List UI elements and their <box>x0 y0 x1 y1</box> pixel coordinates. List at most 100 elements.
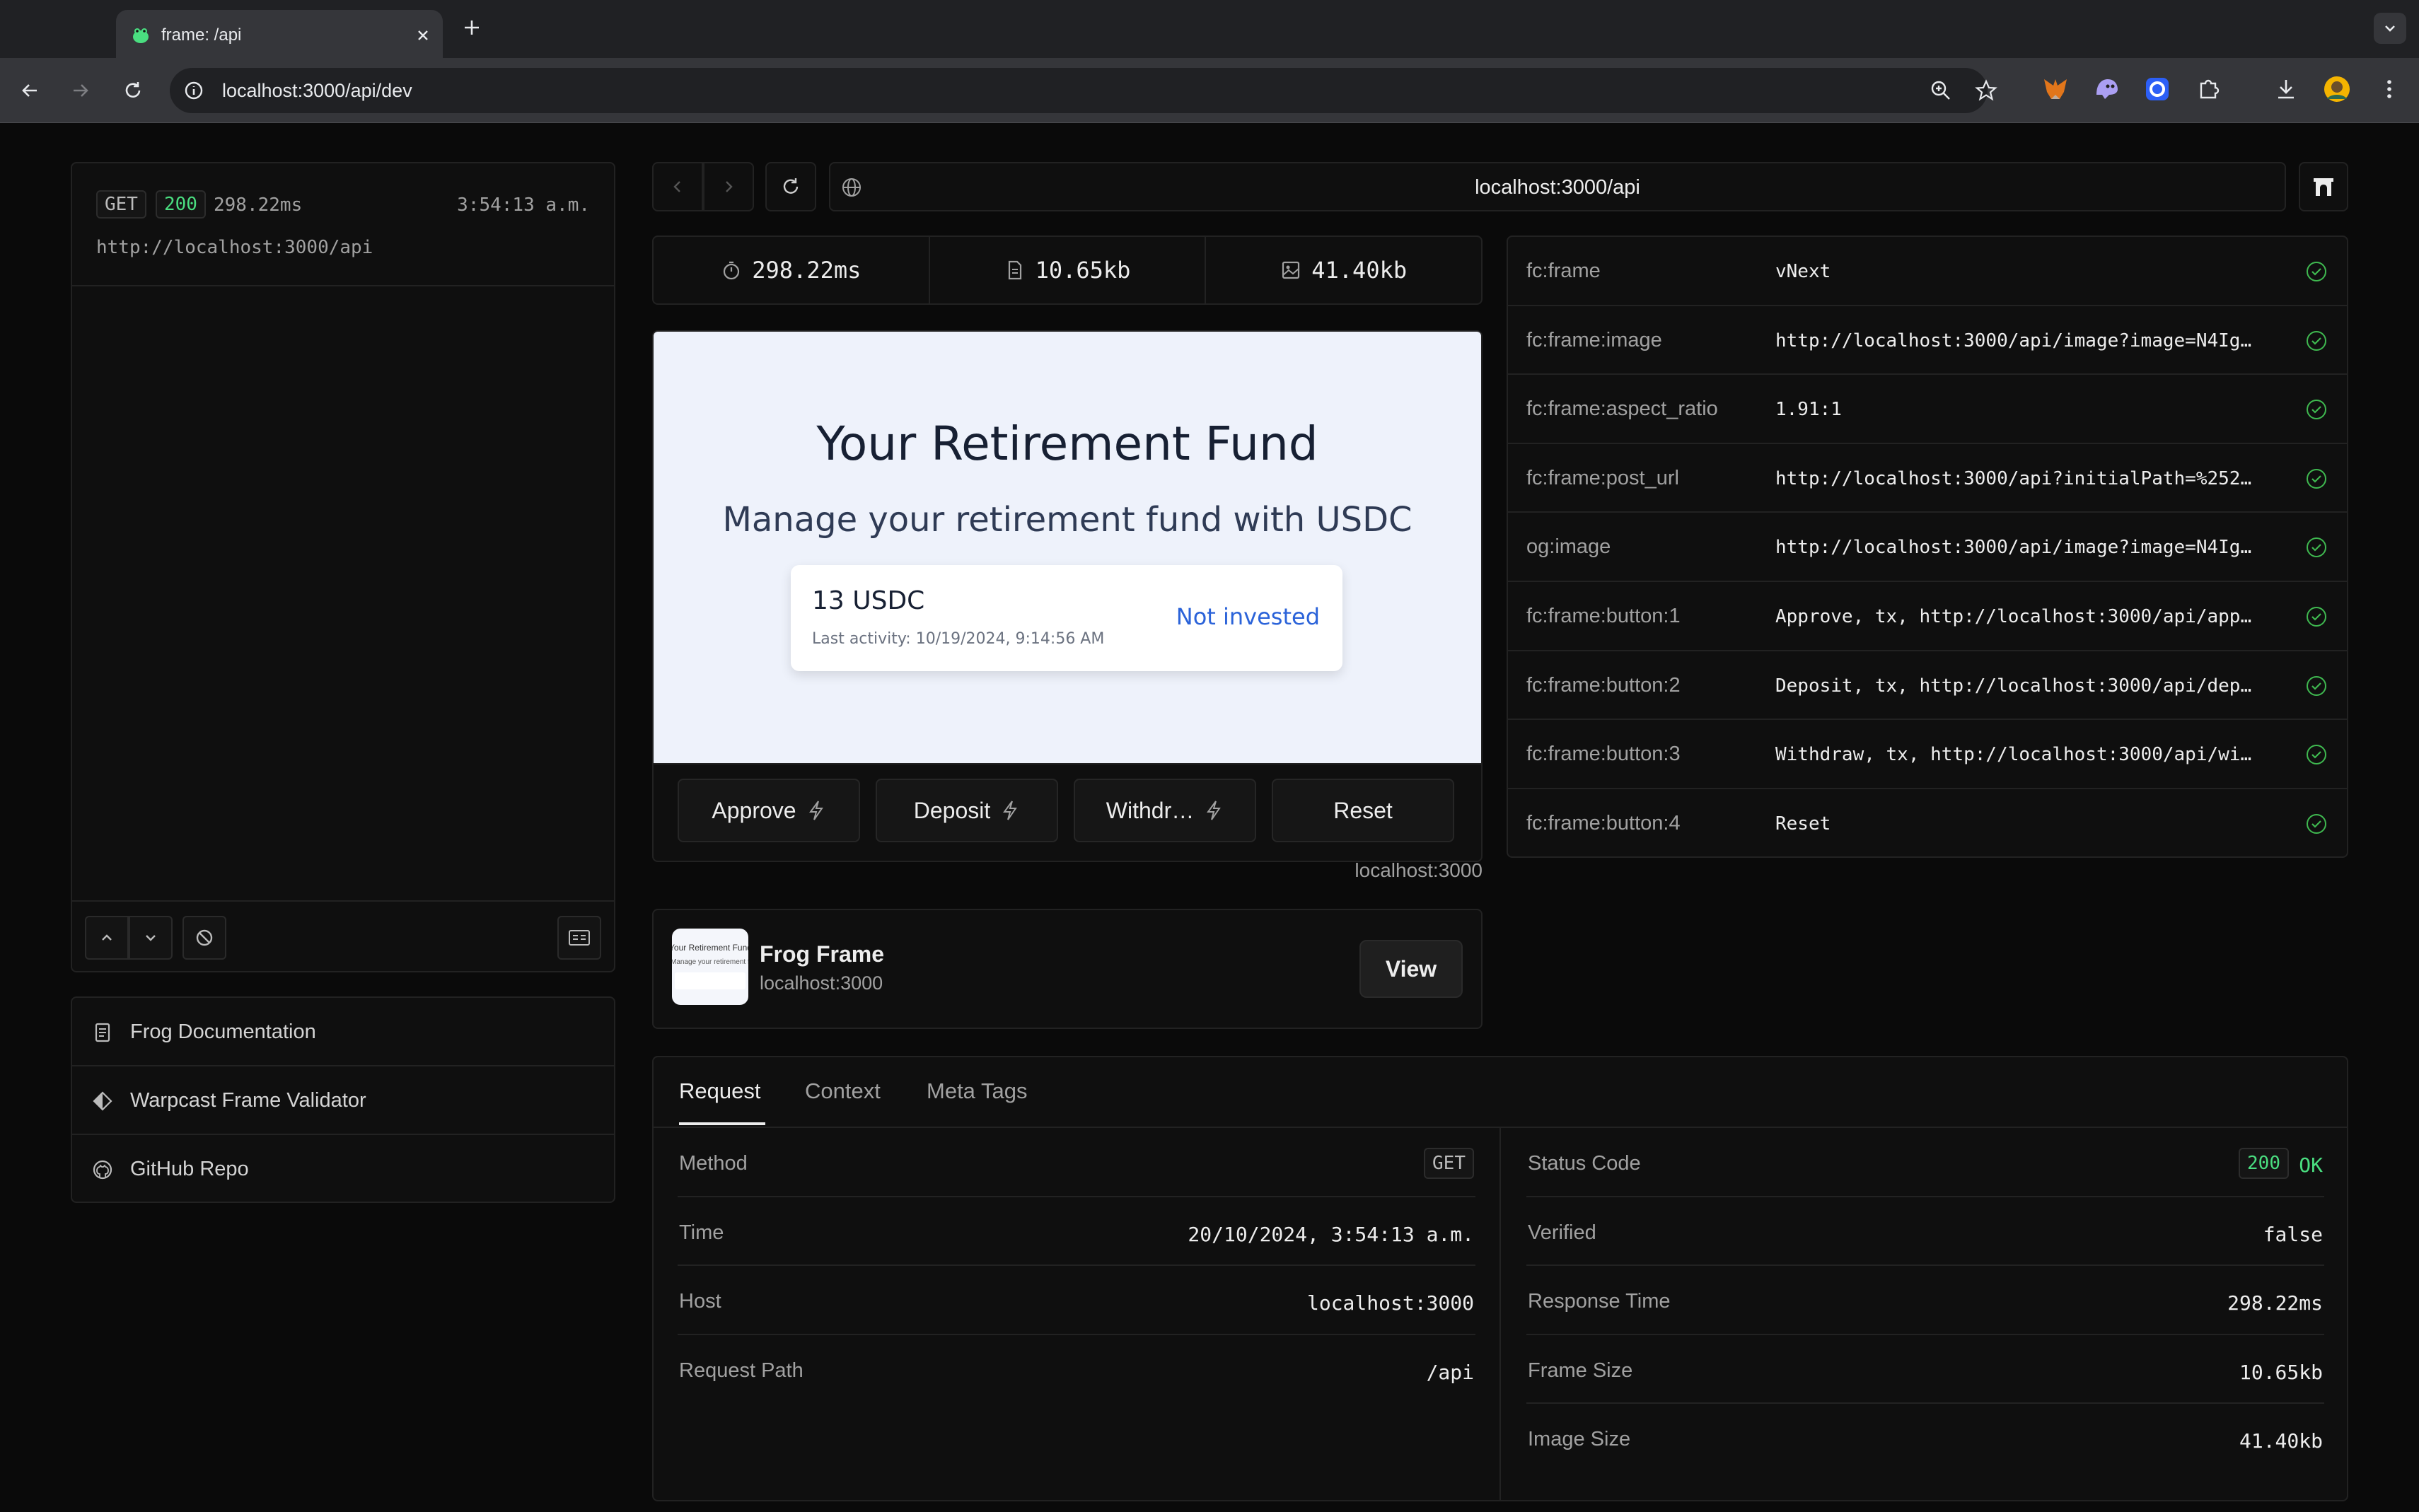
link-warpcast-frame-validator[interactable]: Warpcast Frame Validator <box>72 1066 614 1135</box>
request-details-panel: Request Context Meta Tags Method GET Tim… <box>652 1056 2348 1501</box>
browser-tab[interactable]: frame: /api <box>116 10 443 58</box>
frame-back-chevron-icon[interactable] <box>652 162 703 211</box>
cast-preview-card: Your Retirement Fund Manage your retirem… <box>652 909 1483 1029</box>
thumbnail-subtitle: Manage your retirement fund with USDC <box>672 958 748 966</box>
method-badge: GET <box>1424 1148 1474 1179</box>
frame-url-bar[interactable]: localhost:3000/api <box>829 162 2286 211</box>
meta-key: fc:frame:button:3 <box>1526 743 1681 766</box>
row-response-time: Response Time 298.22ms <box>1526 1266 2324 1335</box>
frame-title: Your Retirement Fund <box>816 417 1318 471</box>
check-circle-icon <box>2304 329 2328 353</box>
meta-value: Withdraw, tx, http://localhost:3000/api/… <box>1775 744 2252 766</box>
log-time: 3:54:13 a.m. <box>457 194 590 216</box>
meta-tags-table: fc:frame vNext fc:frame:image http://loc… <box>1507 235 2348 858</box>
last-activity: Last activity: 10/19/2024, 9:14:56 AM <box>812 630 1105 648</box>
log-status-badge: 200 <box>156 190 206 219</box>
clear-log-icon[interactable] <box>182 916 226 960</box>
forward-arrow-icon[interactable] <box>65 75 96 106</box>
chevron-up-icon[interactable] <box>85 916 129 960</box>
time-value: 20/10/2024, 3:54:13 a.m. <box>1188 1222 1474 1246</box>
time-label: Time <box>679 1221 724 1244</box>
frame-url: localhost:3000/api <box>1475 176 1640 199</box>
request-column: Method GET Time 20/10/2024, 3:54:13 a.m.… <box>654 1128 1501 1501</box>
button-label: Reset <box>1333 797 1393 823</box>
zoom-icon[interactable] <box>1928 78 1954 103</box>
image-icon <box>1280 260 1301 281</box>
link-label: Warpcast Frame Validator <box>130 1089 366 1112</box>
chevron-down-icon[interactable] <box>129 916 173 960</box>
verified-label: Verified <box>1528 1221 1596 1244</box>
row-host: Host localhost:3000 <box>678 1266 1475 1335</box>
meta-row: og:image http://localhost:3000/api/image… <box>1508 513 2347 582</box>
log-entry[interactable]: GET 200 298.22ms 3:54:13 a.m. http://loc… <box>72 163 614 286</box>
meta-value: 1.91:1 <box>1775 399 1842 421</box>
meta-value: vNext <box>1775 261 1831 282</box>
metric-time: 298.22ms <box>654 237 930 303</box>
metrics-bar: 298.22ms 10.65kb 41.40kb <box>652 235 1483 305</box>
tab-meta-tags[interactable]: Meta Tags <box>927 1078 1027 1104</box>
ghost-extension-icon[interactable] <box>2091 74 2122 105</box>
meta-key: fc:frame:image <box>1526 328 1662 351</box>
download-icon[interactable] <box>2270 74 2302 105</box>
view-button[interactable]: View <box>1359 940 1463 998</box>
console-toggle-icon[interactable] <box>557 916 601 960</box>
response-time-value: 298.22ms <box>2227 1291 2323 1315</box>
profile-avatar-icon[interactable] <box>2321 74 2353 105</box>
approve-button[interactable]: Approve <box>678 779 860 842</box>
page-content: GET 200 298.22ms 3:54:13 a.m. http://loc… <box>0 124 2419 1512</box>
link-frog-documentation[interactable]: Frog Documentation <box>72 998 614 1066</box>
row-request-path: Request Path /api <box>678 1335 1475 1405</box>
new-tab-plus-icon[interactable] <box>458 14 485 41</box>
tab-request[interactable]: Request <box>679 1078 760 1104</box>
deposit-button[interactable]: Deposit <box>876 779 1058 842</box>
meta-row: fc:frame:aspect_ratio 1.91:1 <box>1508 375 2347 444</box>
link-label: GitHub Repo <box>130 1158 249 1180</box>
response-column: Status Code 200 OK Verified false Respon… <box>1502 1128 2348 1501</box>
meta-key: fc:frame:aspect_ratio <box>1526 397 1718 421</box>
meta-key: fc:frame:button:1 <box>1526 604 1681 627</box>
thumbnail-title: Your Retirement Fund <box>672 943 748 953</box>
withdraw-button[interactable]: Withdr… <box>1074 779 1256 842</box>
reset-button[interactable]: Reset <box>1272 779 1454 842</box>
image-size-value: 41.40kb <box>2239 1429 2323 1453</box>
log-method-badge: GET <box>96 190 146 219</box>
metric-image-size-value: 41.40kb <box>1311 257 1408 284</box>
frame-refresh-icon[interactable] <box>765 162 816 211</box>
frame-size-value: 10.65kb <box>2239 1360 2323 1384</box>
frame-image: Your Retirement Fund Manage your retirem… <box>654 332 1481 763</box>
extensions-puzzle-icon[interactable] <box>2193 74 2224 105</box>
farcaster-arch-icon[interactable] <box>2299 162 2348 211</box>
status-code-label: Status Code <box>1528 1152 1641 1175</box>
tab-title: frame: /api <box>161 25 242 45</box>
address-bar[interactable]: localhost:3000/api/dev <box>170 68 1997 113</box>
tab-search-chevron-icon[interactable] <box>2374 13 2406 44</box>
bookmark-star-icon[interactable] <box>1973 78 1999 103</box>
back-arrow-icon[interactable] <box>14 75 45 106</box>
reload-icon[interactable] <box>117 75 149 106</box>
meta-row: fc:frame:button:3 Withdraw, tx, http://l… <box>1508 720 2347 789</box>
metric-image-size: 41.40kb <box>1206 237 1481 303</box>
more-menu-icon[interactable] <box>2374 74 2405 105</box>
check-circle-icon <box>2304 605 2328 629</box>
meta-key: fc:frame <box>1526 260 1601 282</box>
metamask-fox-icon[interactable] <box>2040 74 2071 105</box>
details-tabs: Request Context Meta Tags <box>654 1057 2347 1128</box>
row-method: Method GET <box>678 1128 1475 1197</box>
coinbase-wallet-icon[interactable] <box>2142 74 2173 105</box>
meta-row: fc:frame:button:4 Reset <box>1508 789 2347 859</box>
metric-time-value: 298.22ms <box>752 257 862 284</box>
close-icon[interactable] <box>413 25 433 45</box>
meta-key: fc:frame:button:4 <box>1526 811 1681 834</box>
request-path-value: /api <box>1426 1360 1474 1384</box>
cast-title: Frog Frame <box>760 941 885 967</box>
host-label: Host <box>679 1290 721 1313</box>
link-github-repo[interactable]: GitHub Repo <box>72 1135 614 1204</box>
site-info-icon[interactable] <box>182 79 205 102</box>
response-time-label: Response Time <box>1528 1290 1671 1313</box>
meta-row: fc:frame:button:2 Deposit, tx, http://lo… <box>1508 651 2347 721</box>
meta-value: http://localhost:3000/api?initialPath=%2… <box>1775 467 2252 489</box>
frame-forward-chevron-icon[interactable] <box>703 162 754 211</box>
tab-context[interactable]: Context <box>805 1078 881 1104</box>
meta-value: http://localhost:3000/api/image?image=N4… <box>1775 537 2252 559</box>
metric-frame-size-value: 10.65kb <box>1035 257 1131 284</box>
